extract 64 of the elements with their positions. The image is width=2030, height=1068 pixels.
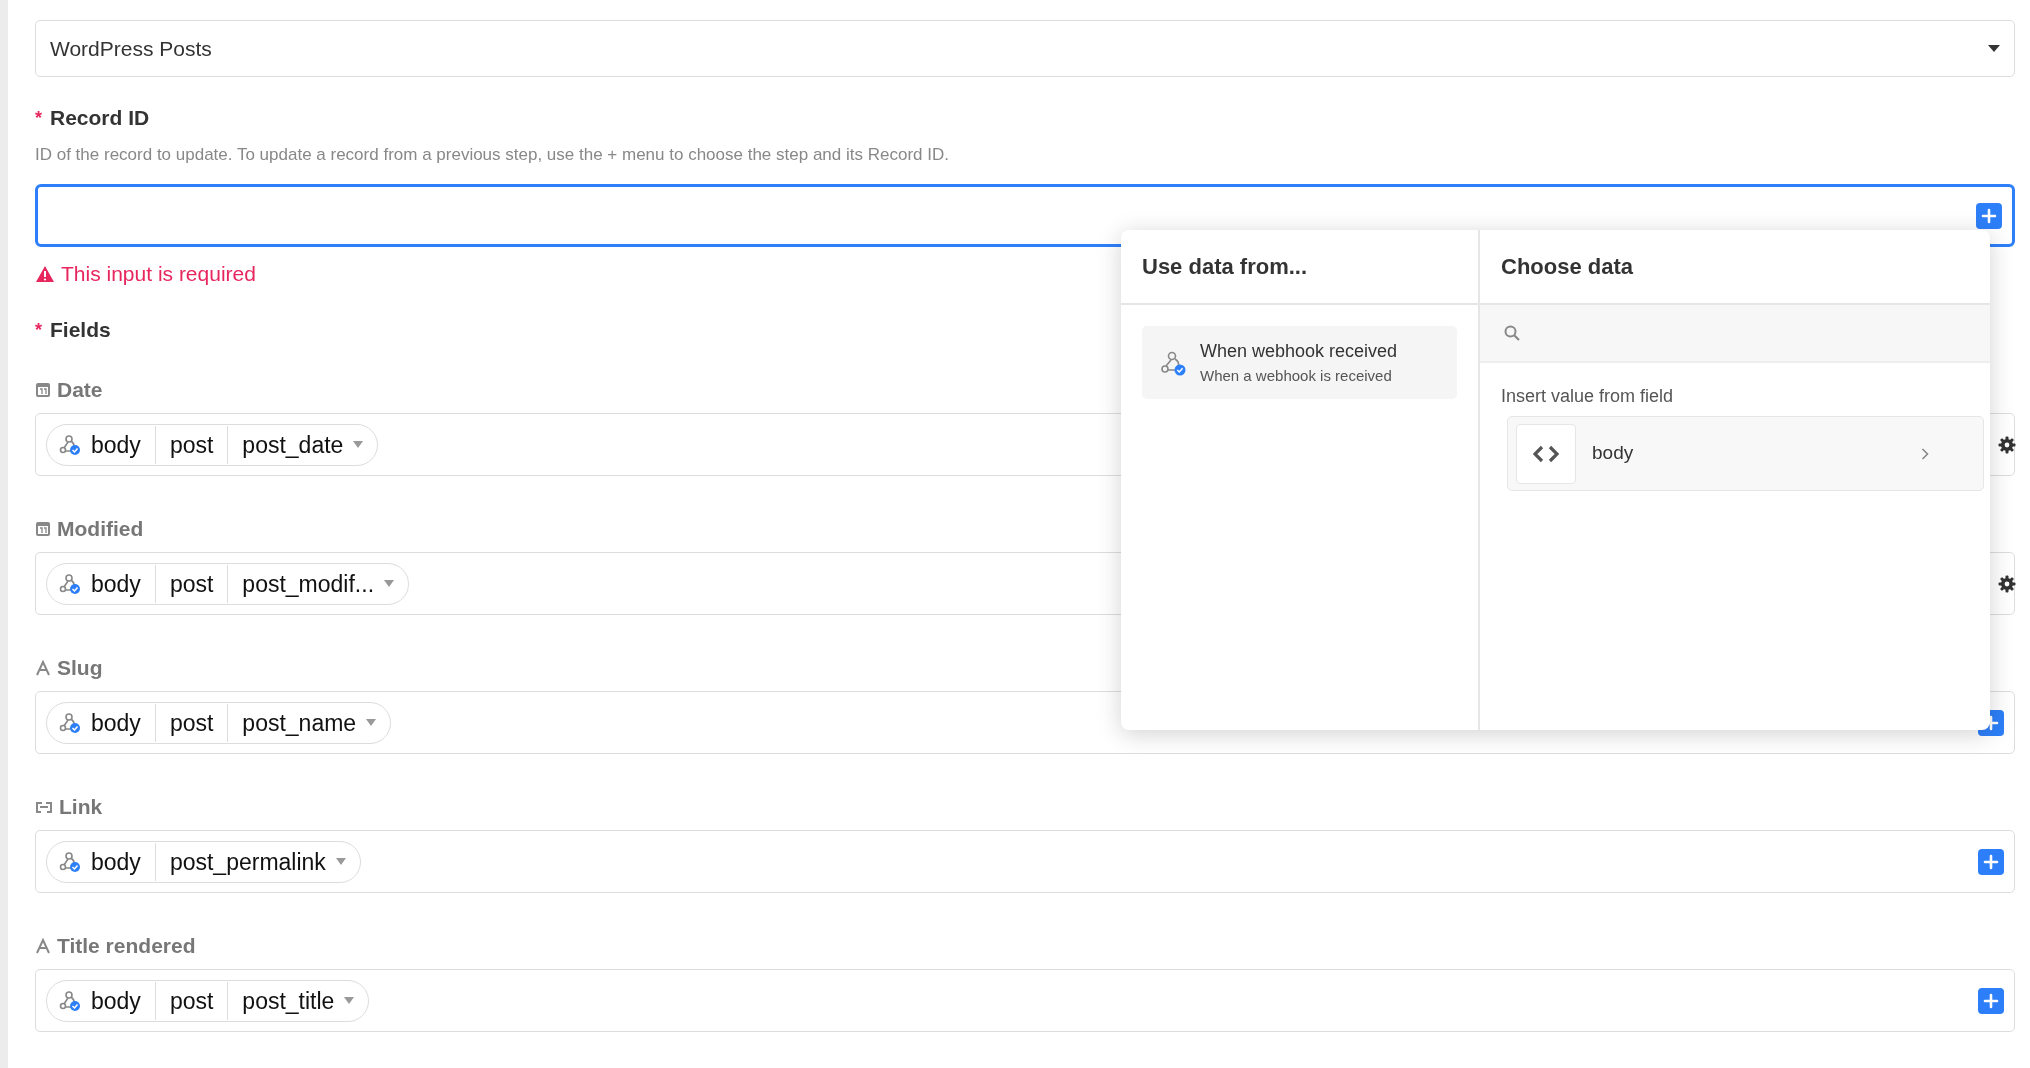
add-button[interactable] bbox=[1976, 202, 2002, 229]
token-text: post bbox=[169, 430, 214, 460]
field-label: Title rendered bbox=[57, 933, 196, 959]
link-icon bbox=[35, 799, 53, 815]
text-icon bbox=[35, 938, 51, 954]
data-item[interactable]: body bbox=[1507, 416, 1984, 491]
text-icon bbox=[35, 660, 51, 676]
caret-icon bbox=[344, 997, 355, 1004]
token-text: post bbox=[169, 569, 214, 599]
webhook-icon bbox=[59, 711, 81, 734]
token-text: post_name bbox=[242, 708, 357, 738]
section-label: Insert value from field bbox=[1501, 385, 1675, 408]
field-label: Record ID bbox=[50, 105, 150, 131]
help-text: ID of the record to update. To update a record from a previous step, use the + menu to choose the step and its Record ID. bbox=[35, 144, 950, 166]
add-button[interactable] bbox=[1978, 848, 2004, 875]
token-text: body bbox=[91, 569, 141, 599]
required-mark: * bbox=[35, 107, 42, 130]
field-input[interactable]: body post post_title bbox=[35, 969, 2015, 1032]
calendar-icon bbox=[35, 521, 51, 537]
webhook-icon bbox=[1160, 349, 1186, 376]
webhook-icon bbox=[59, 989, 81, 1012]
plus-icon bbox=[1983, 853, 1999, 870]
caret-icon bbox=[353, 441, 364, 448]
source-title: When webhook received bbox=[1200, 339, 1398, 363]
item-label: body bbox=[1592, 441, 1635, 466]
field-label: Link bbox=[59, 794, 103, 820]
field-input[interactable]: body post_permalink bbox=[35, 830, 2015, 893]
select-value: WordPress Posts bbox=[50, 35, 212, 62]
section-label: Fields bbox=[50, 317, 111, 343]
token-text: post_permalink bbox=[169, 847, 326, 877]
token-text: post_modif... bbox=[242, 569, 375, 599]
token-text: body bbox=[91, 430, 141, 460]
token-text: body bbox=[91, 708, 141, 738]
plus-icon bbox=[1981, 207, 1997, 224]
caret-icon bbox=[1988, 45, 2000, 52]
field-label: Slug bbox=[57, 655, 103, 681]
search-icon bbox=[1504, 325, 1520, 341]
plus-icon bbox=[1983, 992, 1999, 1009]
field-label: Modified bbox=[57, 516, 144, 542]
token-text: post bbox=[169, 986, 214, 1016]
required-mark: * bbox=[35, 319, 42, 342]
token-text: post bbox=[169, 708, 214, 738]
webhook-icon bbox=[59, 572, 81, 595]
source-item[interactable]: When webhook received When a webhook is received bbox=[1142, 326, 1457, 399]
panel-title: Use data from... bbox=[1121, 230, 1478, 305]
add-button[interactable] bbox=[1978, 987, 2004, 1014]
caret-icon bbox=[384, 580, 395, 587]
webhook-icon bbox=[59, 850, 81, 873]
app-select[interactable]: WordPress Posts bbox=[35, 20, 2015, 77]
search-field[interactable] bbox=[1480, 305, 1990, 363]
caret-icon bbox=[366, 719, 377, 726]
source-subtitle: When a webhook is received bbox=[1200, 365, 1393, 386]
code-icon bbox=[1533, 444, 1559, 463]
chevron-right-icon bbox=[1921, 447, 1929, 460]
error-message: This input is required bbox=[61, 261, 256, 287]
calendar-icon bbox=[35, 382, 51, 398]
warning-icon bbox=[35, 265, 55, 283]
token-text: post_title bbox=[242, 986, 335, 1016]
caret-icon bbox=[335, 858, 346, 865]
token-text: body bbox=[91, 847, 141, 877]
field-label: Date bbox=[57, 377, 103, 403]
token-text: post_date bbox=[242, 430, 344, 460]
webhook-icon bbox=[59, 433, 81, 456]
token-text: body bbox=[91, 986, 141, 1016]
